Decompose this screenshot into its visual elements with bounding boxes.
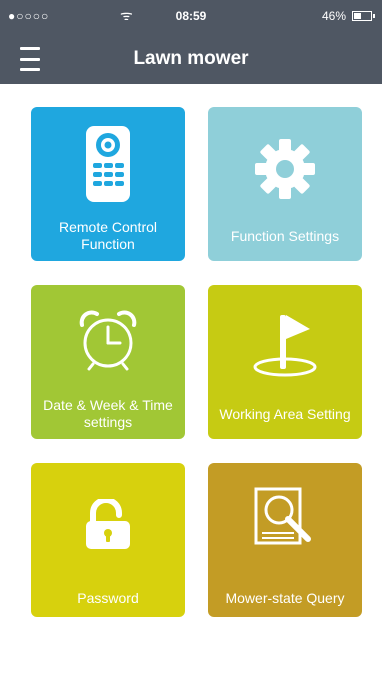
working-area-tile[interactable]: Working Area Setting [208,285,362,439]
battery-status: 46% [321,9,375,23]
battery-icon [352,11,375,21]
tile-label-function-settings: Function Settings [230,228,340,244]
status-bar: ●○○○○ ᯤ 08:59 46% [0,0,382,34]
battery-level [354,13,362,19]
flag-icon [208,309,362,379]
document-search-icon [208,483,362,553]
tile-label-password: Password [77,590,139,606]
remote-control-icon [31,125,185,203]
alarm-clock-icon [31,309,185,371]
padlock-icon [31,499,185,549]
tile-label-date-time: Date & Week & Time settings [43,397,173,430]
page-title: Lawn mower [133,48,249,69]
tile-label-mower-state: Mower-state Query [225,590,345,606]
function-settings-tile[interactable]: Function Settings [208,107,362,261]
mower-state-tile[interactable]: Mower-state Query [208,463,362,617]
battery-percent: 46% [321,9,346,23]
tile-label-remote-control: Remote Control Function [58,219,158,252]
function-grid: Remote Control Function Function Setting… [31,107,362,617]
nav-bar: Lawn mower [0,34,382,84]
tile-label-working-area: Working Area Setting [219,406,351,422]
gear-icon [208,137,362,201]
password-tile[interactable]: Password [31,463,185,617]
top-bar: ●○○○○ ᯤ 08:59 46% Lawn mower [0,0,382,84]
date-time-tile[interactable]: Date & Week & Time settings [31,285,185,439]
remote-control-tile[interactable]: Remote Control Function [31,107,185,261]
